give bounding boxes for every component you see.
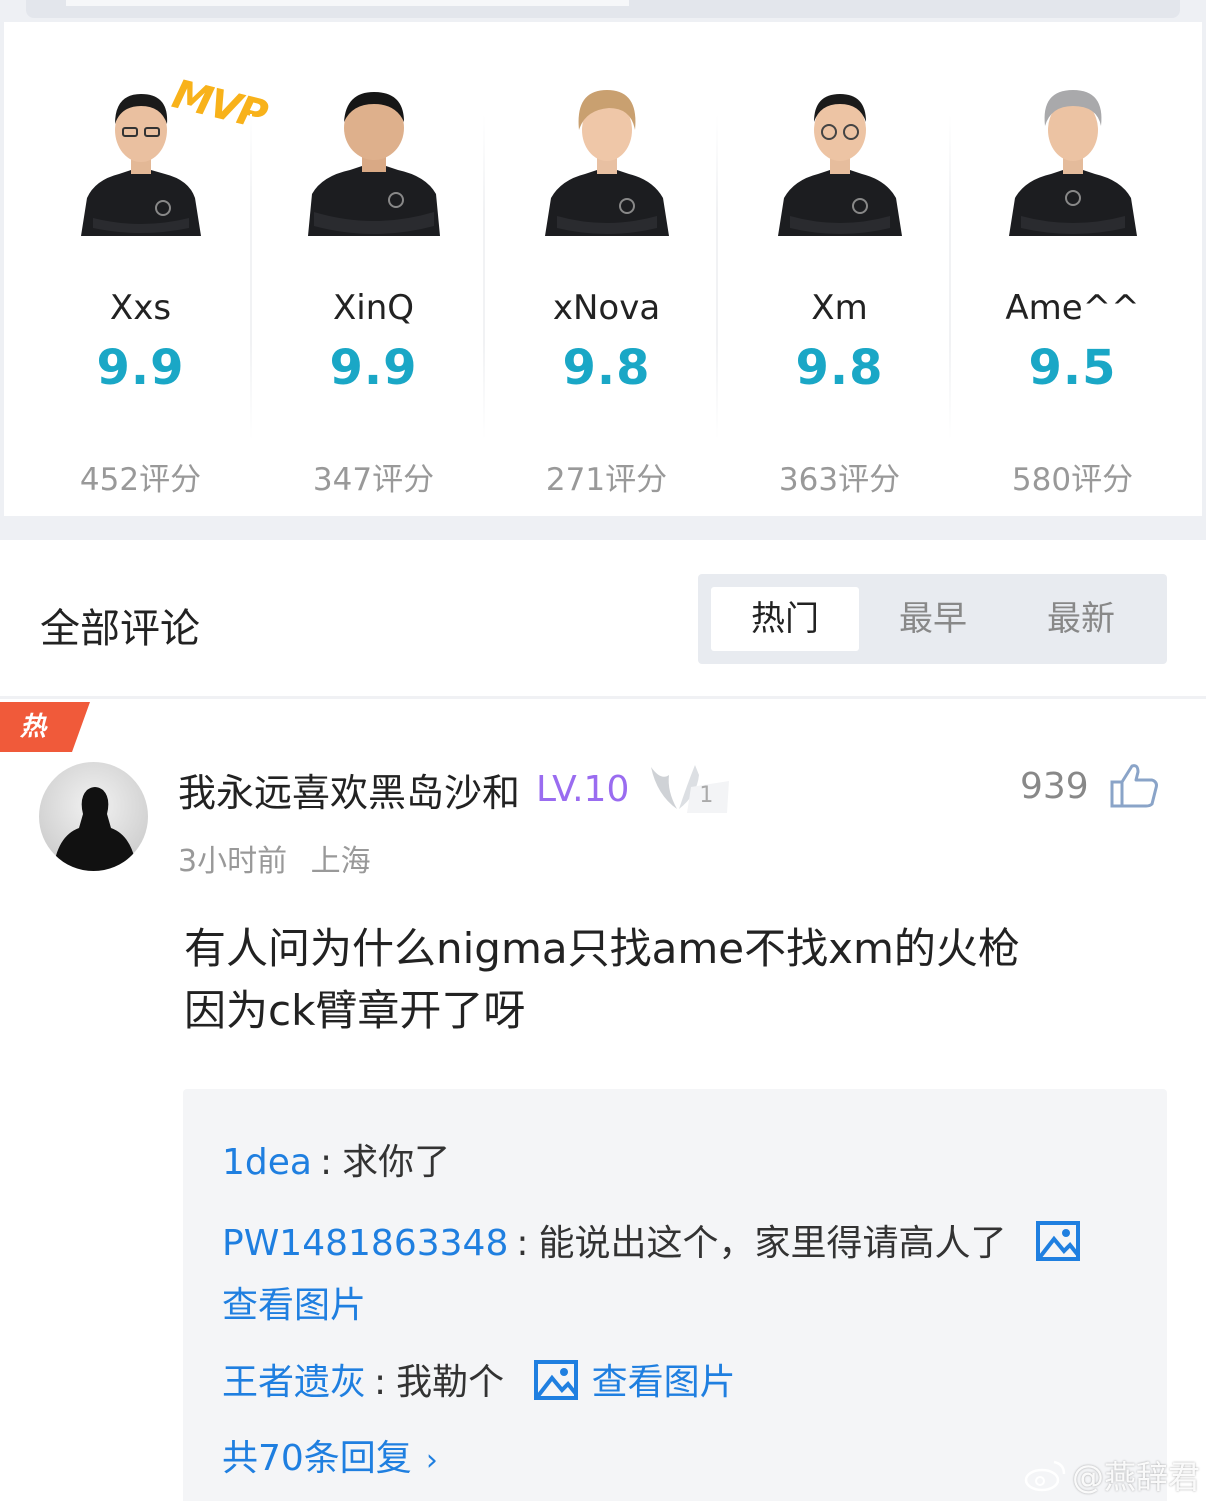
section-divider: [0, 696, 1206, 699]
player-card-2[interactable]: XinQ 9.9 347评分: [257, 62, 490, 498]
watermark-text: @燕辞君: [1072, 1458, 1201, 1496]
divider: [949, 114, 951, 440]
chevron-right-icon: ›: [425, 1443, 438, 1478]
user-badge: 1: [647, 761, 731, 817]
player-name: Xm: [811, 288, 868, 328]
player-photo: [1008, 90, 1137, 236]
player-photo: [544, 90, 669, 236]
comment-text-line-1: 有人问为什么nigma只找ame不找xm的火枪: [184, 924, 1020, 973]
reply-item: PW1481863348: 能说出这个，家里得请高人了 查看图片: [222, 1213, 1122, 1337]
comment-header: 我永远喜欢黑岛沙和 LV.10 1: [178, 761, 731, 817]
comment-body: 有人问为什么nigma只找ame不找xm的火枪 因为ck臂章开了呀: [184, 918, 1104, 1042]
player-rating-count: 452评分: [79, 462, 202, 498]
watermark: @燕辞君: [1024, 1452, 1200, 1498]
player-rating-count: 271评分: [545, 462, 668, 498]
reply-text: 能说出这个，家里得请高人了: [538, 1223, 1007, 1264]
player-name: XinQ: [332, 288, 415, 328]
tab-hot[interactable]: 热门: [711, 587, 859, 651]
player-name: Ame^^: [1005, 288, 1140, 328]
reply-author[interactable]: 1dea: [222, 1142, 312, 1183]
comment-text-line-2: 因为ck臂章开了呀: [184, 986, 526, 1035]
reply-separator: :: [319, 1142, 333, 1183]
sort-tabs: 热门 最早 最新: [698, 574, 1167, 664]
player-score: 9.8: [562, 340, 651, 396]
replies-box: 1dea: 求你了 PW1481863348: 能说出这个，家里得请高人了 查看图片…: [183, 1089, 1167, 1501]
comment-location: 上海: [310, 844, 371, 879]
like-count: 939: [1020, 766, 1089, 807]
player-photo: [307, 92, 440, 236]
player-card-3[interactable]: xNova 9.8 271评分: [490, 62, 723, 498]
reply-author[interactable]: 王者遗灰: [222, 1362, 366, 1403]
more-replies-label: 共70条回复: [222, 1438, 412, 1479]
divider: [250, 114, 252, 440]
reply-text: 求你了: [342, 1142, 451, 1183]
player-card-4[interactable]: Xm 9.8 363评分: [723, 62, 956, 498]
weibo-logo-icon: [1024, 1460, 1066, 1492]
player-score: 9.9: [329, 340, 418, 396]
player-card-1[interactable]: MVP Xxs 9.9 452评分: [24, 62, 270, 498]
view-image-link[interactable]: 查看图片: [222, 1285, 366, 1326]
more-replies-link[interactable]: 共70条回复 ›: [222, 1429, 438, 1481]
player-rating-count: 363评分: [778, 462, 901, 498]
player-score: 9.8: [795, 340, 884, 396]
tab-latest[interactable]: 最新: [1007, 587, 1155, 651]
badge-number: 1: [699, 783, 714, 808]
user-level: LV.10: [536, 768, 630, 810]
comment-time: 3小时前: [178, 844, 288, 879]
top-progress-fill: [66, 0, 629, 6]
player-card-5[interactable]: Ame^^ 9.5 580评分: [956, 62, 1189, 498]
wing-badge-icon: [651, 765, 730, 813]
tab-earliest[interactable]: 最早: [859, 587, 1007, 651]
comment-username[interactable]: 我永远喜欢黑岛沙和: [178, 762, 520, 817]
player-score: 9.9: [96, 340, 185, 396]
comments-section: 全部评论 热门 最早 最新 热 我永远喜欢黑岛沙和 LV.10 1 3小时前 上…: [0, 540, 1206, 1501]
thumbs-up-icon[interactable]: [1108, 762, 1160, 810]
hot-tag: 热: [0, 702, 90, 752]
reply-text: 我勒个: [396, 1362, 505, 1403]
avatar-silhouette-icon: [53, 787, 137, 871]
reply-separator: :: [516, 1223, 529, 1264]
view-image-link[interactable]: 查看图片: [592, 1362, 736, 1403]
player-name: Xxs: [109, 288, 172, 328]
reply-separator: :: [374, 1362, 387, 1403]
player-ratings-card: MVP Xxs 9.9 452评分 XinQ 9.9 347评分 xNova 9…: [4, 22, 1202, 516]
reply-item: 王者遗灰: 我勒个 查看图片: [222, 1353, 736, 1405]
reply-author[interactable]: PW1481863348: [222, 1223, 508, 1264]
divider: [483, 114, 485, 440]
comment-meta: 3小时前 上海: [178, 836, 371, 880]
avatar[interactable]: [39, 762, 148, 871]
top-progress-bar: [26, 0, 1180, 18]
player-name: xNova: [552, 288, 661, 328]
reply-item: 1dea: 求你了: [222, 1133, 450, 1185]
player-rating-count: 580评分: [1011, 462, 1134, 498]
divider: [716, 114, 718, 440]
player-photo: [777, 94, 902, 236]
image-icon[interactable]: [533, 1360, 578, 1400]
player-score: 9.5: [1028, 340, 1117, 396]
comments-title: 全部评论: [40, 606, 200, 652]
image-icon[interactable]: [1035, 1221, 1080, 1261]
player-rating-count: 347评分: [312, 462, 435, 498]
